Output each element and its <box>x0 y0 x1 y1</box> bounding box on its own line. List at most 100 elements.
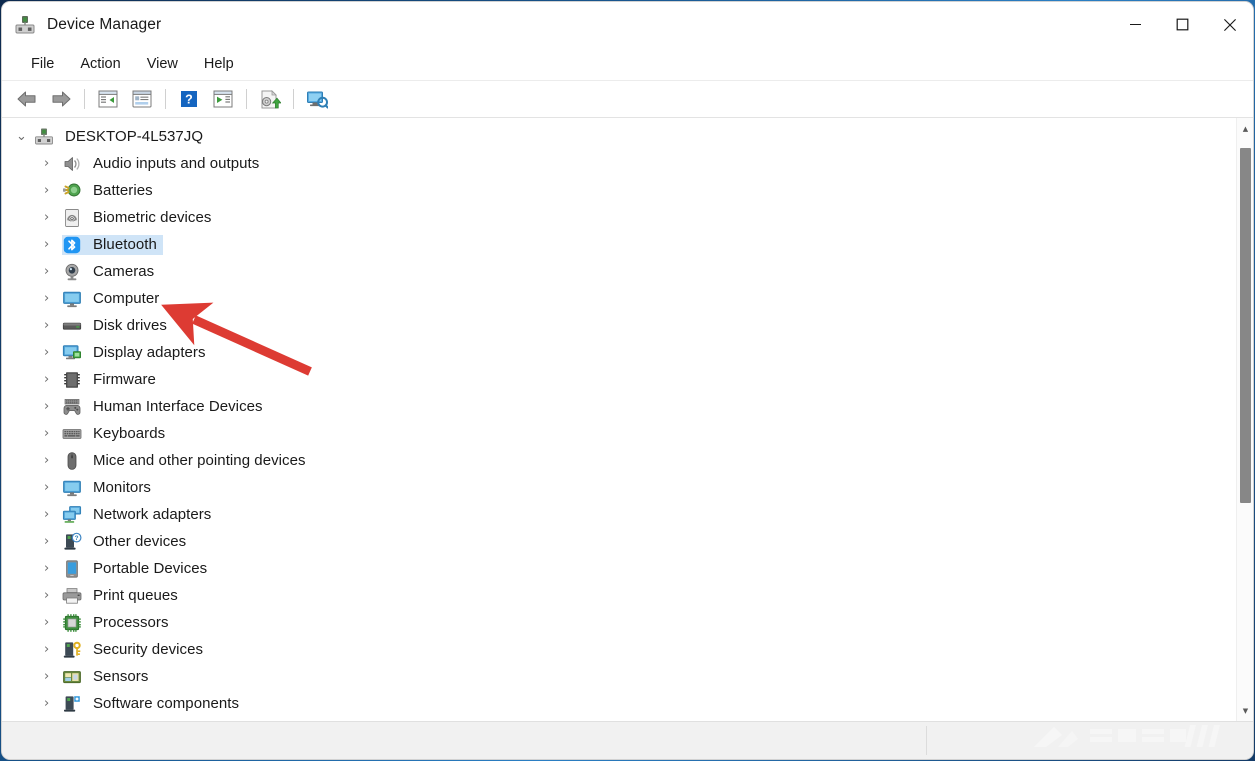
device-tree-pane: ⌄ DESKTOP-4L537JQ › Audio inputs and out… <box>2 118 1253 721</box>
tree-item-human-interface-devices[interactable]: › Human Interface Devices <box>2 393 1236 420</box>
add-legacy-hardware-icon[interactable] <box>302 85 332 113</box>
scrollbar-thumb[interactable] <box>1240 148 1251 503</box>
vertical-scrollbar[interactable]: ▲ ▼ <box>1236 118 1253 721</box>
tree-item-keyboards[interactable]: › Keyboards <box>2 420 1236 447</box>
tree-item-display-adapters[interactable]: › Display adapters <box>2 339 1236 366</box>
minimize-button[interactable] <box>1112 2 1159 47</box>
chevron-right-icon[interactable]: › <box>44 319 62 332</box>
chevron-right-icon[interactable]: › <box>44 535 62 548</box>
tree-item-bluetooth[interactable]: › Bluetooth <box>2 231 1236 258</box>
title-bar: Device Manager <box>2 2 1253 47</box>
chevron-right-icon[interactable]: › <box>44 400 62 413</box>
toolbar-separator-1 <box>84 89 85 109</box>
chevron-right-icon[interactable]: › <box>44 508 62 521</box>
camera-icon <box>62 262 82 282</box>
tree-item-label: Keyboards <box>93 424 166 442</box>
tree-item-label: Security devices <box>93 640 204 658</box>
tree-item-processors[interactable]: › Processors <box>2 609 1236 636</box>
chevron-right-icon[interactable]: › <box>44 373 62 386</box>
chevron-right-icon[interactable]: › <box>44 238 62 251</box>
tree-item-label: Bluetooth <box>91 234 161 255</box>
tree-item-disk-drives[interactable]: › Disk drives <box>2 312 1236 339</box>
chevron-right-icon[interactable]: › <box>44 292 62 305</box>
security-key-icon <box>62 640 82 660</box>
maximize-button[interactable] <box>1159 2 1206 47</box>
tree-item-label: Biometric devices <box>93 208 212 226</box>
help-icon[interactable]: ? <box>174 85 204 113</box>
toolbar: ? <box>2 81 1253 118</box>
monitor-icon <box>62 289 82 309</box>
chevron-right-icon[interactable]: › <box>44 211 62 224</box>
chevron-right-icon[interactable]: › <box>44 643 62 656</box>
scroll-up-arrow-icon[interactable]: ▲ <box>1237 120 1253 137</box>
chevron-down-icon[interactable]: ⌄ <box>16 130 34 143</box>
chevron-right-icon[interactable]: › <box>44 346 62 359</box>
menu-item-action[interactable]: Action <box>69 53 131 75</box>
battery-icon <box>62 181 82 201</box>
tree-item-sensors[interactable]: › Sensors <box>2 663 1236 690</box>
menu-item-file[interactable]: File <box>20 53 65 75</box>
tree-item-label: Monitors <box>93 478 151 496</box>
update-driver-icon[interactable] <box>255 85 285 113</box>
back-arrow-icon[interactable] <box>12 85 42 113</box>
chevron-right-icon[interactable]: › <box>44 670 62 683</box>
forward-arrow-icon[interactable] <box>46 85 76 113</box>
sensor-icon <box>62 667 82 687</box>
tree-item-biometric-devices[interactable]: › Biometric devices <box>2 204 1236 231</box>
tree-item-software-components[interactable]: › Software components <box>2 690 1236 717</box>
chevron-right-icon[interactable]: › <box>44 427 62 440</box>
tree-item-label: Batteries <box>93 181 153 199</box>
chevron-right-icon[interactable]: › <box>44 562 62 575</box>
tree-item-label: Mice and other pointing devices <box>93 451 306 469</box>
tree-item-label: Print queues <box>93 586 178 604</box>
close-button[interactable] <box>1206 2 1253 47</box>
tree-item-print-queues[interactable]: › Print queues <box>2 582 1236 609</box>
tree-item-batteries[interactable]: › Batteries <box>2 177 1236 204</box>
tree-item-label: Network adapters <box>93 505 212 523</box>
software-component-icon <box>62 694 82 714</box>
scroll-down-arrow-icon[interactable]: ▼ <box>1237 702 1253 719</box>
chevron-right-icon[interactable]: › <box>44 157 62 170</box>
tree-item-network-adapters[interactable]: › Network adapters <box>2 501 1236 528</box>
disk-drive-icon <box>62 316 82 336</box>
tree-item-label: Processors <box>93 613 169 631</box>
chevron-right-icon[interactable]: › <box>44 454 62 467</box>
tree-item-label: Software components <box>93 694 240 712</box>
tree-item-monitors[interactable]: › Monitors <box>2 474 1236 501</box>
tree-item-mice-and-other-pointing-devices[interactable]: › Mice and other pointing devices <box>2 447 1236 474</box>
device-tree[interactable]: ⌄ DESKTOP-4L537JQ › Audio inputs and out… <box>2 118 1236 721</box>
menu-bar: File Action View Help <box>2 47 1253 81</box>
tree-item-cameras[interactable]: › Cameras <box>2 258 1236 285</box>
tree-root-label: DESKTOP-4L537JQ <box>65 127 204 145</box>
tree-item-label: Firmware <box>93 370 156 388</box>
tree-item-security-devices[interactable]: › Security devices <box>2 636 1236 663</box>
watermark-logo <box>1034 725 1221 747</box>
processor-icon <box>62 613 82 633</box>
status-bar <box>2 721 1253 759</box>
computer-root-icon <box>34 127 54 147</box>
chevron-right-icon[interactable]: › <box>44 616 62 629</box>
properties-icon[interactable] <box>127 85 157 113</box>
svg-text:?: ? <box>185 93 193 107</box>
tree-item-portable-devices[interactable]: › Portable Devices <box>2 555 1236 582</box>
chevron-right-icon[interactable]: › <box>44 265 62 278</box>
tree-item-label: Other devices <box>93 532 187 550</box>
tree-item-label: Computer <box>93 289 160 307</box>
chevron-right-icon[interactable]: › <box>44 697 62 710</box>
chevron-right-icon[interactable]: › <box>44 184 62 197</box>
menu-item-view[interactable]: View <box>136 53 189 75</box>
tree-item-firmware[interactable]: › Firmware <box>2 366 1236 393</box>
toolbar-separator-3 <box>246 89 247 109</box>
chevron-right-icon[interactable]: › <box>44 589 62 602</box>
scan-for-hardware-changes-icon[interactable] <box>208 85 238 113</box>
menu-item-help[interactable]: Help <box>193 53 245 75</box>
status-bar-separator <box>926 726 927 755</box>
tree-item-computer[interactable]: › Computer <box>2 285 1236 312</box>
chevron-right-icon[interactable]: › <box>44 481 62 494</box>
tree-item-other-devices[interactable]: › ? Other devices <box>2 528 1236 555</box>
tree-item-audio-inputs-and-outputs[interactable]: › Audio inputs and outputs <box>2 150 1236 177</box>
svg-text:?: ? <box>75 535 79 542</box>
device-manager-icon <box>14 14 36 36</box>
show-hide-console-tree-icon[interactable] <box>93 85 123 113</box>
tree-root-row[interactable]: ⌄ DESKTOP-4L537JQ <box>2 123 1236 150</box>
